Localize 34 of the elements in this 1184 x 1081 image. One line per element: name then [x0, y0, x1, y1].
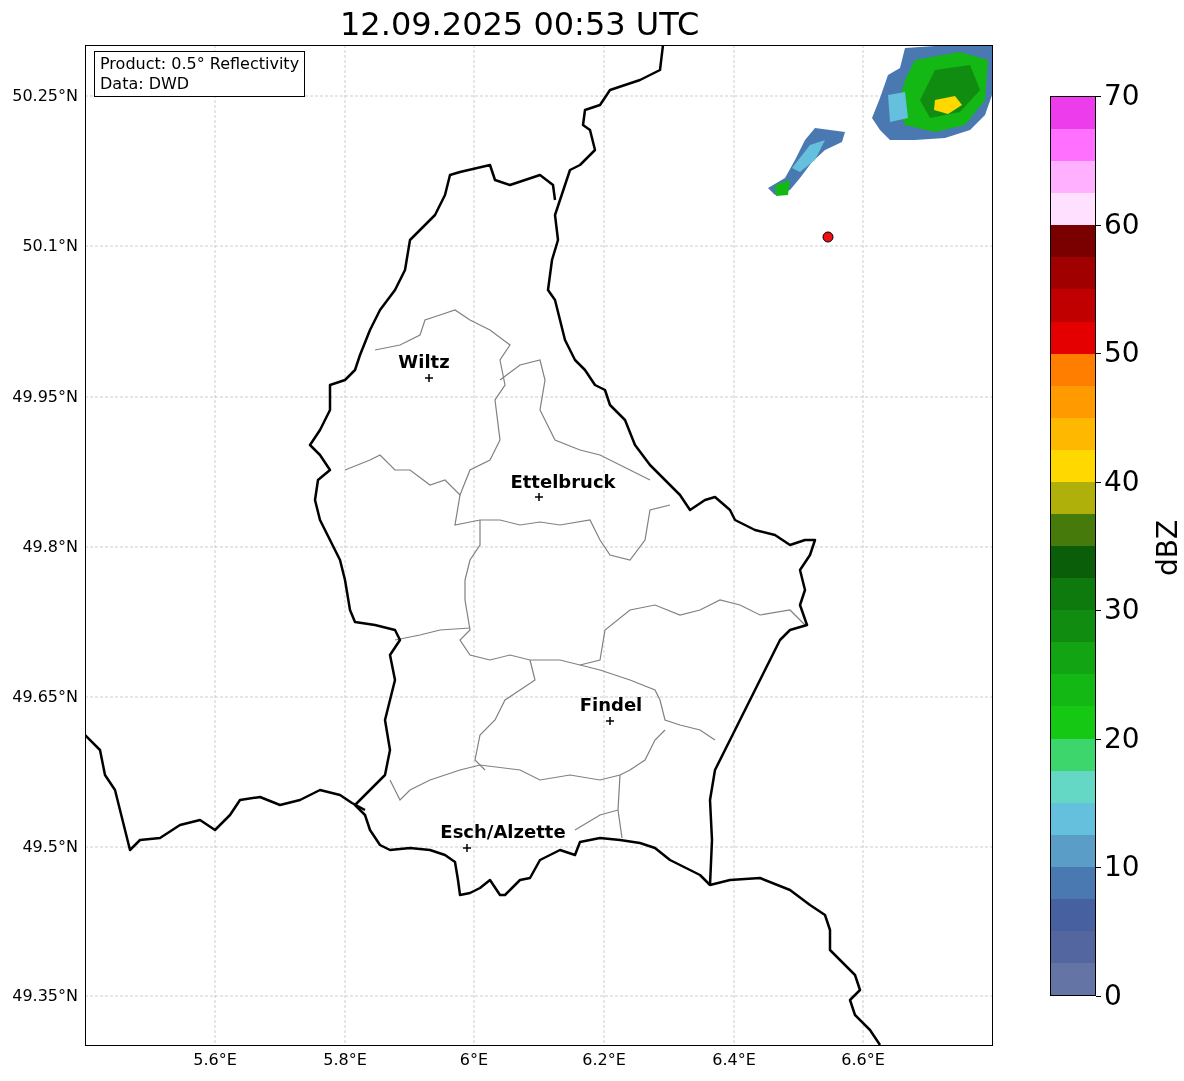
- y-tick-label: 49.65°N: [12, 687, 78, 707]
- colorbar-tick-label: 10: [1104, 851, 1140, 884]
- y-tick-label: 50.25°N: [12, 86, 78, 106]
- colorbar-tick-label: 0: [1104, 980, 1122, 1012]
- x-tick-label: 5.6°E: [193, 1050, 237, 1070]
- city-label: Wiltz: [398, 351, 450, 373]
- city-marker-icon: [605, 716, 615, 726]
- y-tick-label: 49.8°N: [22, 537, 78, 557]
- location-dot: [822, 231, 834, 243]
- city-marker-icon: [462, 843, 472, 853]
- colorbar-tick-label: 70: [1104, 80, 1140, 112]
- info-text: Data: DWD: [100, 74, 191, 94]
- x-tick-label: 5.8°E: [323, 1050, 367, 1070]
- colorbar-label: dBZ: [1152, 519, 1184, 577]
- x-tick-label: 6.6°E: [841, 1050, 885, 1070]
- colorbar-tick-label: 20: [1104, 722, 1140, 755]
- y-tick-label: 49.35°N: [12, 986, 78, 1006]
- y-tick-label: 49.5°N: [22, 837, 78, 857]
- colorbar-tick-label: 40: [1104, 465, 1140, 498]
- city-marker-icon: [424, 373, 434, 383]
- info-text: Product: 0.5° Reflectivity: [100, 54, 300, 74]
- x-tick-label: 6°E: [459, 1050, 489, 1070]
- colorbar-tick-label: 50: [1104, 337, 1140, 370]
- city-label: Findel: [579, 694, 643, 716]
- colorbar-tick-label: 60: [1104, 208, 1140, 241]
- y-tick-label: 50.1°N: [22, 236, 78, 256]
- x-tick-label: 6.2°E: [582, 1050, 626, 1070]
- x-tick-label: 6.4°E: [712, 1050, 756, 1070]
- chart-title: 12.09.2025 00:53 UTC: [340, 4, 700, 44]
- city-marker-icon: [534, 492, 544, 502]
- colorbar-tick-label: 30: [1104, 594, 1140, 627]
- city-label: Esch/Alzette: [440, 821, 566, 843]
- city-label: Ettelbruck: [510, 471, 616, 493]
- y-tick-label: 49.95°N: [12, 387, 78, 407]
